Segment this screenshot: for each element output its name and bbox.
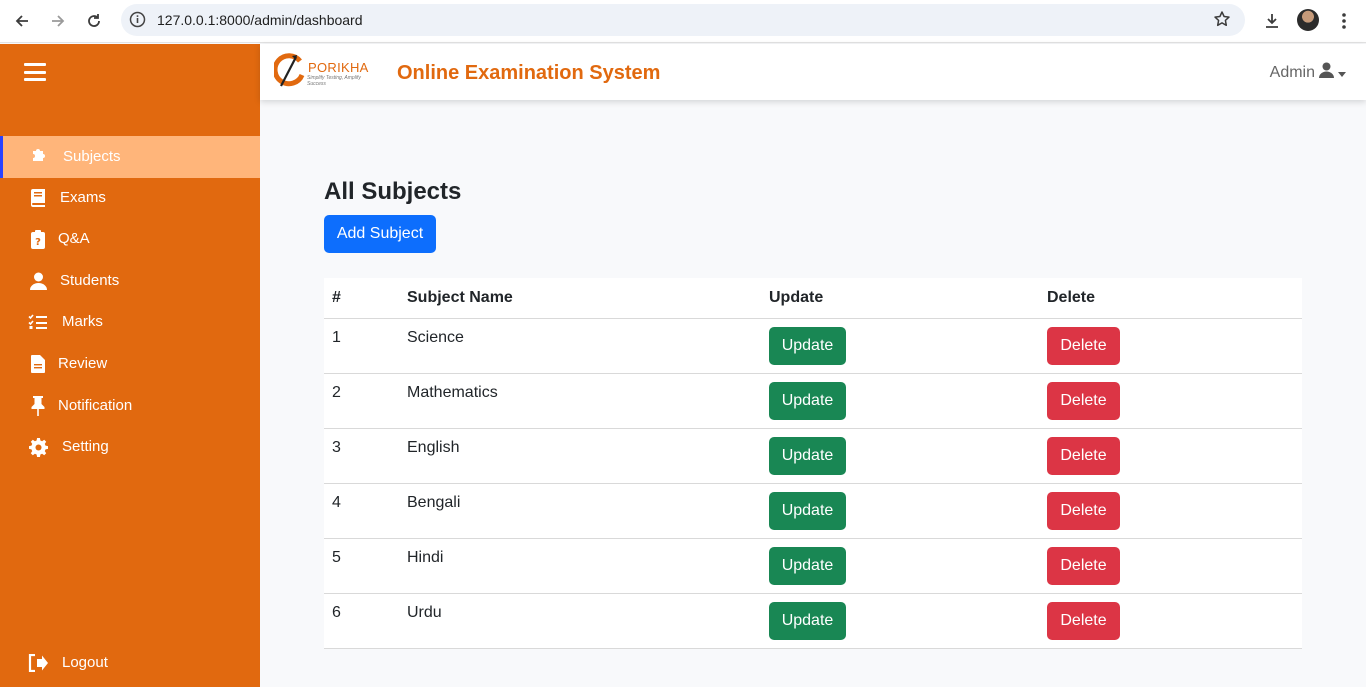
page-title: All Subjects — [324, 178, 462, 205]
table-row: 2 Mathematics Update Delete — [324, 373, 1302, 429]
user-icon — [1319, 62, 1334, 83]
subjects-table: # Subject Name Update Delete 1 Science U… — [324, 278, 1302, 649]
admin-user-menu[interactable]: Admin — [1270, 62, 1346, 83]
sidebar-item-students[interactable]: Students — [0, 260, 260, 302]
hamburger-menu-icon[interactable] — [24, 63, 46, 81]
address-bar[interactable]: 127.0.0.1:8000/admin/dashboard — [121, 4, 1245, 36]
delete-button[interactable]: Delete — [1047, 326, 1120, 365]
sidebar-item-setting[interactable]: Setting — [0, 426, 260, 468]
sidebar-item-label: Subjects — [63, 148, 121, 165]
logo-text: PORIKHA — [308, 60, 369, 75]
caret-down-icon — [1338, 64, 1346, 82]
table-row: 1 Science Update Delete — [324, 318, 1302, 374]
logo-tagline: Simplify Testing, Amplify Success — [307, 75, 361, 87]
clipboard-question-icon: ? — [28, 229, 48, 249]
admin-label: Admin — [1269, 63, 1315, 81]
url-text[interactable]: 127.0.0.1:8000/admin/dashboard — [157, 12, 363, 28]
update-button[interactable]: Update — [769, 326, 846, 365]
sidebar-item-label: Exams — [60, 189, 106, 206]
sidebar-item-label: Setting — [62, 438, 109, 455]
table-row: 3 English Update Delete — [324, 428, 1302, 484]
sidebar-item-exams[interactable]: Exams — [0, 177, 260, 219]
column-header-update: Update — [761, 278, 1039, 319]
delete-button[interactable]: Delete — [1047, 601, 1120, 640]
forward-icon[interactable] — [46, 9, 70, 33]
delete-button[interactable]: Delete — [1047, 381, 1120, 420]
sidebar-item-label: Review — [58, 355, 108, 372]
puzzle-icon — [29, 147, 49, 167]
add-subject-button[interactable]: Add Subject — [324, 215, 436, 253]
delete-button[interactable]: Delete — [1047, 491, 1120, 530]
update-button[interactable]: Update — [769, 436, 846, 475]
subject-name: Urdu — [399, 593, 761, 649]
sidebar-item-label: Students — [60, 272, 120, 289]
list-check-icon — [28, 312, 48, 332]
gear-icon — [28, 437, 48, 457]
browser-toolbar: 127.0.0.1:8000/admin/dashboard — [0, 0, 1366, 43]
table-row: 6 Urdu Update Delete — [324, 593, 1302, 649]
subject-name: English — [399, 428, 761, 484]
profile-avatar[interactable] — [1297, 9, 1319, 31]
row-number: 1 — [324, 318, 399, 374]
row-number: 2 — [324, 373, 399, 429]
site-title: Online Examination System — [397, 62, 661, 84]
logout-icon — [28, 653, 48, 673]
table-row: 5 Hindi Update Delete — [324, 538, 1302, 594]
user-icon — [28, 271, 48, 291]
sidebar-item-label: Notification — [58, 397, 133, 414]
column-header-number: # — [324, 278, 399, 319]
column-header-subject-name: Subject Name — [399, 278, 761, 319]
subject-name: Science — [399, 318, 761, 374]
site-info-icon[interactable] — [129, 11, 146, 33]
logout-link[interactable]: Logout — [0, 642, 260, 684]
sidebar: Subjects Exams ? Q&A Students Marks Revi… — [0, 44, 260, 687]
more-menu-icon[interactable] — [1332, 9, 1356, 33]
sidebar-item-subjects[interactable]: Subjects — [0, 136, 260, 178]
subject-name: Bengali — [399, 483, 761, 539]
subject-name: Hindi — [399, 538, 761, 594]
sidebar-item-qa[interactable]: ? Q&A — [0, 218, 260, 260]
table-row: 4 Bengali Update Delete — [324, 483, 1302, 539]
sidebar-item-review[interactable]: Review — [0, 343, 260, 385]
bookmark-star-icon[interactable] — [1213, 10, 1231, 33]
row-number: 4 — [324, 483, 399, 539]
reload-icon[interactable] — [82, 9, 106, 33]
update-button[interactable]: Update — [769, 546, 846, 585]
download-icon[interactable] — [1260, 9, 1284, 33]
porikha-logo[interactable]: PORIKHA Simplify Testing, Amplify Succes… — [274, 53, 372, 91]
top-header: PORIKHA Simplify Testing, Amplify Succes… — [260, 44, 1366, 100]
file-icon — [28, 354, 48, 374]
delete-button[interactable]: Delete — [1047, 546, 1120, 585]
update-button[interactable]: Update — [769, 491, 846, 530]
logout-label: Logout — [62, 654, 108, 671]
row-number: 6 — [324, 593, 399, 649]
update-button[interactable]: Update — [769, 601, 846, 640]
subject-name: Mathematics — [399, 373, 761, 429]
sidebar-item-label: Q&A — [58, 230, 90, 247]
sidebar-item-label: Marks — [62, 313, 103, 330]
delete-button[interactable]: Delete — [1047, 436, 1120, 475]
column-header-delete: Delete — [1039, 278, 1302, 319]
update-button[interactable]: Update — [769, 381, 846, 420]
svg-text:?: ? — [35, 237, 41, 248]
row-number: 3 — [324, 428, 399, 484]
sidebar-item-marks[interactable]: Marks — [0, 301, 260, 343]
back-icon[interactable] — [10, 9, 34, 33]
row-number: 5 — [324, 538, 399, 594]
thumbtack-icon — [28, 396, 48, 416]
book-icon — [28, 188, 48, 208]
table-header-row: # Subject Name Update Delete — [324, 278, 1302, 319]
sidebar-item-notification[interactable]: Notification — [0, 385, 260, 427]
